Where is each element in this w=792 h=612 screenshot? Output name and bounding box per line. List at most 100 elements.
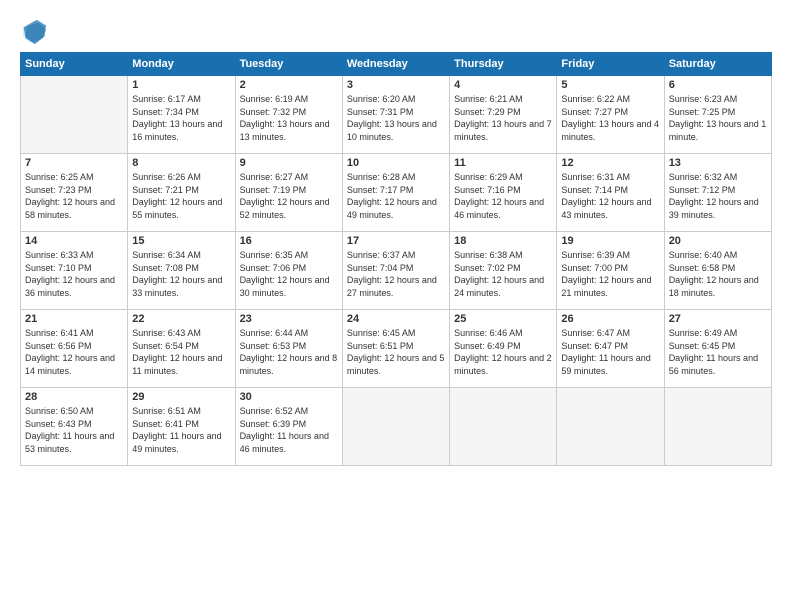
day-info: Sunrise: 6:21 AMSunset: 7:29 PMDaylight:… <box>454 93 552 143</box>
calendar-cell: 17 Sunrise: 6:37 AMSunset: 7:04 PMDayligh… <box>342 232 449 310</box>
weekday-header: Monday <box>128 53 235 76</box>
calendar-cell: 20Sunrise: 6:40 AMSunset: 6:58 PMDayligh… <box>664 232 771 310</box>
day-number: 27 <box>669 313 767 325</box>
calendar-cell <box>450 388 557 466</box>
day-number: 3 <box>347 79 445 91</box>
day-info: Sunrise: 6:45 AMSunset: 6:51 PMDaylight:… <box>347 327 445 377</box>
weekday-header: Saturday <box>664 53 771 76</box>
day-number: 6 <box>669 79 767 91</box>
calendar-cell: 19 Sunrise: 6:39 AMSunset: 7:00 PMDayligh… <box>557 232 664 310</box>
calendar-cell: 29 Sunrise: 6:51 AMSunset: 6:41 PMDayligh… <box>128 388 235 466</box>
day-number: 26 <box>561 313 659 325</box>
day-number: 4 <box>454 79 552 91</box>
day-info: Sunrise: 6:25 AMSunset: 7:23 PMDaylight:… <box>25 171 123 221</box>
day-info: Sunrise: 6:39 AMSunset: 7:00 PMDaylight:… <box>561 249 659 299</box>
day-number: 22 <box>132 313 230 325</box>
day-info: Sunrise: 6:37 AMSunset: 7:04 PMDaylight:… <box>347 249 445 299</box>
calendar-cell <box>664 388 771 466</box>
day-info: Sunrise: 6:49 AMSunset: 6:45 PMDaylight:… <box>669 327 767 377</box>
calendar-cell: 18Sunrise: 6:38 AMSunset: 7:02 PMDayligh… <box>450 232 557 310</box>
day-info: Sunrise: 6:41 AMSunset: 6:56 PMDaylight:… <box>25 327 123 377</box>
day-number: 10 <box>347 157 445 169</box>
day-info: Sunrise: 6:19 AMSunset: 7:32 PMDaylight:… <box>240 93 338 143</box>
day-info: Sunrise: 6:40 AMSunset: 6:58 PMDaylight:… <box>669 249 767 299</box>
day-number: 5 <box>561 79 659 91</box>
day-number: 28 <box>25 391 123 403</box>
calendar-cell: 10 Sunrise: 6:28 AMSunset: 7:17 PMDayligh… <box>342 154 449 232</box>
calendar-cell: 24 Sunrise: 6:45 AMSunset: 6:51 PMDayligh… <box>342 310 449 388</box>
day-number: 16 <box>240 235 338 247</box>
day-info: Sunrise: 6:51 AMSunset: 6:41 PMDaylight:… <box>132 405 230 455</box>
calendar-cell: 3 Sunrise: 6:20 AMSunset: 7:31 PMDaylight… <box>342 76 449 154</box>
day-info: Sunrise: 6:17 AMSunset: 7:34 PMDaylight:… <box>132 93 230 143</box>
day-number: 29 <box>132 391 230 403</box>
calendar-cell: 15 Sunrise: 6:34 AMSunset: 7:08 PMDayligh… <box>128 232 235 310</box>
day-info: Sunrise: 6:29 AMSunset: 7:16 PMDaylight:… <box>454 171 552 221</box>
day-number: 24 <box>347 313 445 325</box>
calendar-cell: 30 Sunrise: 6:52 AMSunset: 6:39 PMDayligh… <box>235 388 342 466</box>
day-number: 11 <box>454 157 552 169</box>
day-number: 14 <box>25 235 123 247</box>
day-info: Sunrise: 6:35 AMSunset: 7:06 PMDaylight:… <box>240 249 338 299</box>
calendar-cell <box>557 388 664 466</box>
day-number: 18 <box>454 235 552 247</box>
weekday-header: Tuesday <box>235 53 342 76</box>
logo-icon <box>20 18 48 46</box>
calendar-cell: 27 Sunrise: 6:49 AMSunset: 6:45 PMDayligh… <box>664 310 771 388</box>
day-info: Sunrise: 6:33 AMSunset: 7:10 PMDaylight:… <box>25 249 123 299</box>
day-info: Sunrise: 6:28 AMSunset: 7:17 PMDaylight:… <box>347 171 445 221</box>
day-number: 8 <box>132 157 230 169</box>
weekday-header: Wednesday <box>342 53 449 76</box>
calendar-cell: 25 Sunrise: 6:46 AMSunset: 6:49 PMDayligh… <box>450 310 557 388</box>
calendar-cell: 16 Sunrise: 6:35 AMSunset: 7:06 PMDayligh… <box>235 232 342 310</box>
day-info: Sunrise: 6:46 AMSunset: 6:49 PMDaylight:… <box>454 327 552 377</box>
day-info: Sunrise: 6:52 AMSunset: 6:39 PMDaylight:… <box>240 405 338 455</box>
calendar-cell: 21Sunrise: 6:41 AMSunset: 6:56 PMDayligh… <box>21 310 128 388</box>
calendar-cell: 11 Sunrise: 6:29 AMSunset: 7:16 PMDayligh… <box>450 154 557 232</box>
day-number: 13 <box>669 157 767 169</box>
calendar-cell: 4 Sunrise: 6:21 AMSunset: 7:29 PMDaylight… <box>450 76 557 154</box>
calendar-cell <box>21 76 128 154</box>
calendar-cell: 6 Sunrise: 6:23 AMSunset: 7:25 PMDaylight… <box>664 76 771 154</box>
day-info: Sunrise: 6:27 AMSunset: 7:19 PMDaylight:… <box>240 171 338 221</box>
calendar-cell: 26 Sunrise: 6:47 AMSunset: 6:47 PMDayligh… <box>557 310 664 388</box>
day-number: 30 <box>240 391 338 403</box>
day-info: Sunrise: 6:32 AMSunset: 7:12 PMDaylight:… <box>669 171 767 221</box>
calendar-cell: 28Sunrise: 6:50 AMSunset: 6:43 PMDayligh… <box>21 388 128 466</box>
day-info: Sunrise: 6:34 AMSunset: 7:08 PMDaylight:… <box>132 249 230 299</box>
calendar-cell: 13 Sunrise: 6:32 AMSunset: 7:12 PMDayligh… <box>664 154 771 232</box>
calendar-cell: 1 Sunrise: 6:17 AMSunset: 7:34 PMDaylight… <box>128 76 235 154</box>
calendar-cell <box>342 388 449 466</box>
calendar-cell: 2 Sunrise: 6:19 AMSunset: 7:32 PMDaylight… <box>235 76 342 154</box>
logo <box>20 18 52 46</box>
calendar-cell: 9 Sunrise: 6:27 AMSunset: 7:19 PMDaylight… <box>235 154 342 232</box>
day-number: 1 <box>132 79 230 91</box>
header-row <box>20 18 772 46</box>
day-number: 15 <box>132 235 230 247</box>
weekday-header: Sunday <box>21 53 128 76</box>
calendar-cell: 23 Sunrise: 6:44 AMSunset: 6:53 PMDayligh… <box>235 310 342 388</box>
day-info: Sunrise: 6:31 AMSunset: 7:14 PMDaylight:… <box>561 171 659 221</box>
page: SundayMondayTuesdayWednesdayThursdayFrid… <box>0 0 792 612</box>
day-info: Sunrise: 6:43 AMSunset: 6:54 PMDaylight:… <box>132 327 230 377</box>
day-number: 19 <box>561 235 659 247</box>
day-info: Sunrise: 6:47 AMSunset: 6:47 PMDaylight:… <box>561 327 659 377</box>
day-info: Sunrise: 6:22 AMSunset: 7:27 PMDaylight:… <box>561 93 659 143</box>
calendar-table: SundayMondayTuesdayWednesdayThursdayFrid… <box>20 52 772 466</box>
day-number: 7 <box>25 157 123 169</box>
day-number: 25 <box>454 313 552 325</box>
day-number: 2 <box>240 79 338 91</box>
calendar-cell: 12 Sunrise: 6:31 AMSunset: 7:14 PMDayligh… <box>557 154 664 232</box>
day-info: Sunrise: 6:20 AMSunset: 7:31 PMDaylight:… <box>347 93 445 143</box>
day-number: 23 <box>240 313 338 325</box>
day-info: Sunrise: 6:23 AMSunset: 7:25 PMDaylight:… <box>669 93 767 143</box>
day-number: 17 <box>347 235 445 247</box>
calendar-cell: 22 Sunrise: 6:43 AMSunset: 6:54 PMDayligh… <box>128 310 235 388</box>
calendar-cell: 8 Sunrise: 6:26 AMSunset: 7:21 PMDaylight… <box>128 154 235 232</box>
day-number: 12 <box>561 157 659 169</box>
day-number: 9 <box>240 157 338 169</box>
calendar-cell: 14 Sunrise: 6:33 AMSunset: 7:10 PMDayligh… <box>21 232 128 310</box>
calendar-cell: 5 Sunrise: 6:22 AMSunset: 7:27 PMDaylight… <box>557 76 664 154</box>
day-info: Sunrise: 6:44 AMSunset: 6:53 PMDaylight:… <box>240 327 338 377</box>
day-info: Sunrise: 6:26 AMSunset: 7:21 PMDaylight:… <box>132 171 230 221</box>
